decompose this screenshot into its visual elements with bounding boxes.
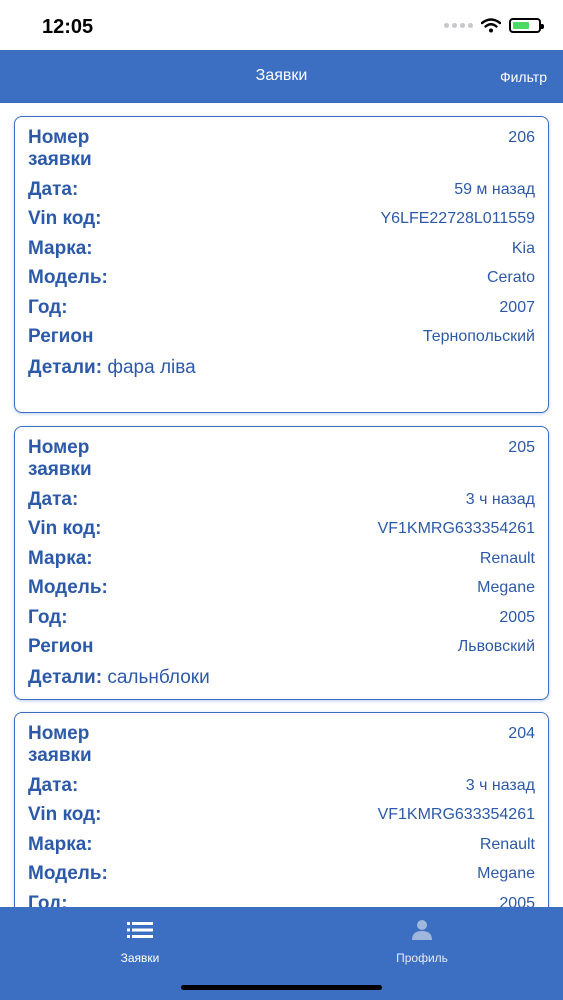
request-card[interactable]: Номер заявки 206 Дата: 59 м назад Vin ко… bbox=[14, 116, 549, 413]
vin-label: Vin код: bbox=[28, 518, 102, 539]
region-label: Регион bbox=[28, 326, 94, 347]
region-value: Львовский bbox=[457, 638, 535, 655]
date-label: Дата: bbox=[28, 179, 79, 200]
request-card[interactable]: Номер заявки 205 Дата: 3 ч назад Vin код… bbox=[14, 426, 549, 700]
details-value: сальнблоки bbox=[107, 667, 210, 688]
tab-requests[interactable]: Заявки bbox=[80, 919, 200, 965]
status-icons bbox=[444, 18, 544, 33]
tab-requests-label: Заявки bbox=[120, 951, 160, 965]
date-value: 3 ч назад bbox=[465, 777, 535, 794]
brand-label: Марка: bbox=[28, 238, 93, 259]
vin-label: Vin код: bbox=[28, 208, 102, 229]
brand-value: Kia bbox=[511, 240, 535, 257]
signal-icon bbox=[444, 23, 473, 28]
details-value: фара ліва bbox=[107, 357, 196, 378]
year-label: Год: bbox=[28, 607, 68, 628]
model-label: Модель: bbox=[28, 267, 108, 288]
brand-label: Марка: bbox=[28, 548, 93, 569]
model-value: Cerato bbox=[486, 269, 535, 286]
date-label: Дата: bbox=[28, 775, 79, 796]
details-label: Детали: bbox=[28, 357, 103, 378]
date-value: 3 ч назад bbox=[465, 491, 535, 508]
brand-value: Renault bbox=[479, 836, 535, 853]
year-label: Год: bbox=[28, 893, 68, 907]
number-label: Номер заявки bbox=[28, 127, 92, 170]
battery-icon bbox=[509, 18, 544, 33]
home-indicator bbox=[181, 985, 382, 990]
year-label: Год: bbox=[28, 297, 68, 318]
nav-header: Заявки Фильтр bbox=[0, 50, 563, 103]
brand-value: Renault bbox=[479, 550, 535, 567]
vin-value: VF1KMRG633354261 bbox=[377, 806, 535, 823]
person-icon bbox=[412, 920, 432, 940]
model-label: Модель: bbox=[28, 577, 108, 598]
model-value: Megane bbox=[477, 579, 535, 596]
details-row: Детали: фара ліва bbox=[28, 357, 535, 379]
model-label: Модель: bbox=[28, 863, 108, 884]
number-label: Номер заявки bbox=[28, 437, 92, 480]
details-row: Детали: сальнблоки bbox=[28, 667, 535, 689]
status-bar: 12:05 bbox=[0, 0, 563, 50]
year-value: 2005 bbox=[499, 609, 535, 626]
filter-button[interactable]: Фильтр bbox=[500, 69, 547, 85]
date-label: Дата: bbox=[28, 489, 79, 510]
tab-profile[interactable]: Профиль bbox=[362, 919, 482, 965]
tab-profile-label: Профиль bbox=[396, 951, 448, 965]
vin-label: Vin код: bbox=[28, 804, 102, 825]
region-label: Регион bbox=[28, 636, 94, 657]
date-value: 59 м назад bbox=[454, 181, 535, 198]
number-label: Номер заявки bbox=[28, 723, 92, 766]
number-value: 206 bbox=[508, 129, 535, 146]
number-value: 204 bbox=[508, 725, 535, 742]
year-value: 2005 bbox=[499, 895, 535, 907]
number-value: 205 bbox=[508, 439, 535, 456]
region-value: Тернопольский bbox=[422, 328, 535, 345]
page-title: Заявки bbox=[255, 67, 308, 84]
brand-label: Марка: bbox=[28, 834, 93, 855]
status-time: 12:05 bbox=[42, 16, 94, 38]
vin-value: VF1KMRG633354261 bbox=[377, 520, 535, 537]
wifi-icon bbox=[481, 18, 501, 33]
details-label: Детали: bbox=[28, 667, 103, 688]
vin-value: Y6LFE22728L011559 bbox=[380, 210, 535, 227]
list-icon bbox=[127, 922, 153, 938]
year-value: 2007 bbox=[499, 299, 535, 316]
request-card[interactable]: Номер заявки 204 Дата: 3 ч назад Vin код… bbox=[14, 712, 549, 907]
requests-list[interactable]: Номер заявки 206 Дата: 59 м назад Vin ко… bbox=[0, 103, 563, 907]
model-value: Megane bbox=[477, 865, 535, 882]
